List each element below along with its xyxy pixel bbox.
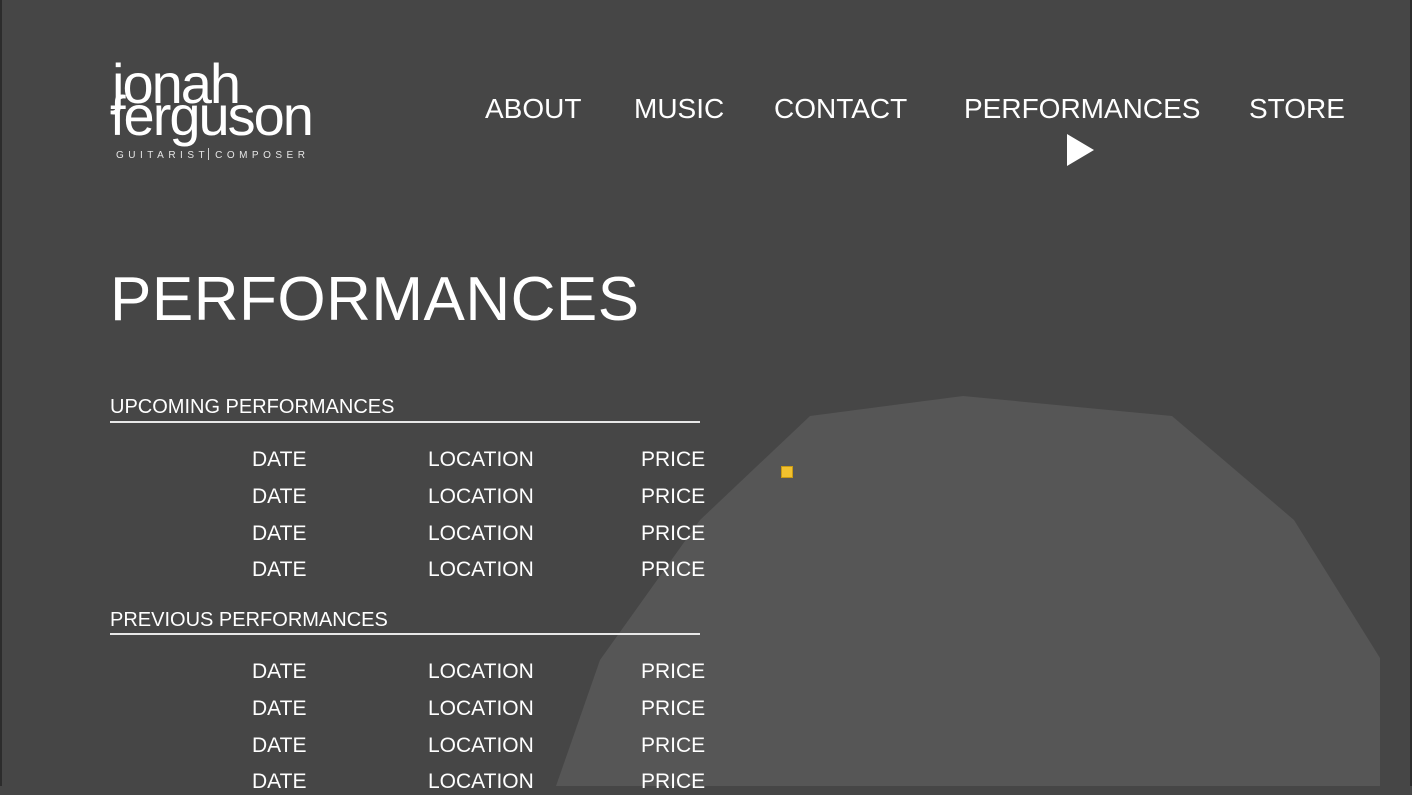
date-cell: DATE: [252, 770, 307, 793]
location-cell: LOCATION: [428, 660, 534, 683]
tagline-separator: [208, 148, 210, 160]
tagline-guitarist: GUITARIST: [116, 150, 210, 161]
location-cell: LOCATION: [428, 448, 534, 471]
date-cell: DATE: [252, 522, 307, 545]
previous-divider: [110, 633, 700, 635]
upcoming-row[interactable]: DATE LOCATION PRICE: [0, 484, 720, 510]
location-cell: LOCATION: [428, 485, 534, 508]
date-cell: DATE: [252, 558, 307, 581]
date-cell: DATE: [252, 697, 307, 720]
price-cell: PRICE: [641, 448, 706, 471]
location-cell: LOCATION: [428, 558, 534, 581]
upcoming-row[interactable]: DATE LOCATION PRICE: [0, 447, 720, 473]
price-cell: PRICE: [641, 697, 706, 720]
previous-row[interactable]: DATE LOCATION PRICE: [0, 696, 720, 722]
previous-row[interactable]: DATE LOCATION PRICE: [0, 659, 720, 685]
upcoming-row[interactable]: DATE LOCATION PRICE: [0, 557, 720, 583]
nav-item-store[interactable]: STORE: [1249, 92, 1345, 126]
tagline-composer: COMPOSER: [215, 150, 310, 161]
main-nav: ABOUT MUSIC CONTACT PERFORMANCES STORE: [0, 92, 1412, 132]
previous-row[interactable]: DATE LOCATION PRICE: [0, 769, 720, 795]
nav-item-music[interactable]: MUSIC: [634, 92, 724, 126]
location-cell: LOCATION: [428, 697, 534, 720]
nav-item-about[interactable]: ABOUT: [485, 92, 581, 126]
nav-item-contact[interactable]: CONTACT: [774, 92, 907, 126]
price-cell: PRICE: [641, 734, 706, 757]
price-cell: PRICE: [641, 558, 706, 581]
active-nav-indicator-icon: [1067, 134, 1094, 166]
upcoming-performances-heading: UPCOMING PERFORMANCES: [110, 396, 395, 418]
location-cell: LOCATION: [428, 770, 534, 793]
price-cell: PRICE: [641, 522, 706, 545]
date-cell: DATE: [252, 660, 307, 683]
location-cell: LOCATION: [428, 734, 534, 757]
price-cell: PRICE: [641, 770, 706, 793]
upcoming-divider: [110, 421, 700, 423]
logo-tagline: GUITARIST COMPOSER: [116, 148, 309, 161]
date-cell: DATE: [252, 448, 307, 471]
page-title: PERFORMANCES: [110, 265, 640, 334]
upcoming-row[interactable]: DATE LOCATION PRICE: [0, 521, 720, 547]
date-cell: DATE: [252, 485, 307, 508]
location-cell: LOCATION: [428, 522, 534, 545]
previous-performances-heading: PREVIOUS PERFORMANCES: [110, 609, 388, 631]
price-cell: PRICE: [641, 485, 706, 508]
previous-row[interactable]: DATE LOCATION PRICE: [0, 733, 720, 759]
selection-marker-handle[interactable]: [781, 466, 793, 478]
nav-item-performances[interactable]: PERFORMANCES: [964, 92, 1200, 126]
date-cell: DATE: [252, 734, 307, 757]
price-cell: PRICE: [641, 660, 706, 683]
